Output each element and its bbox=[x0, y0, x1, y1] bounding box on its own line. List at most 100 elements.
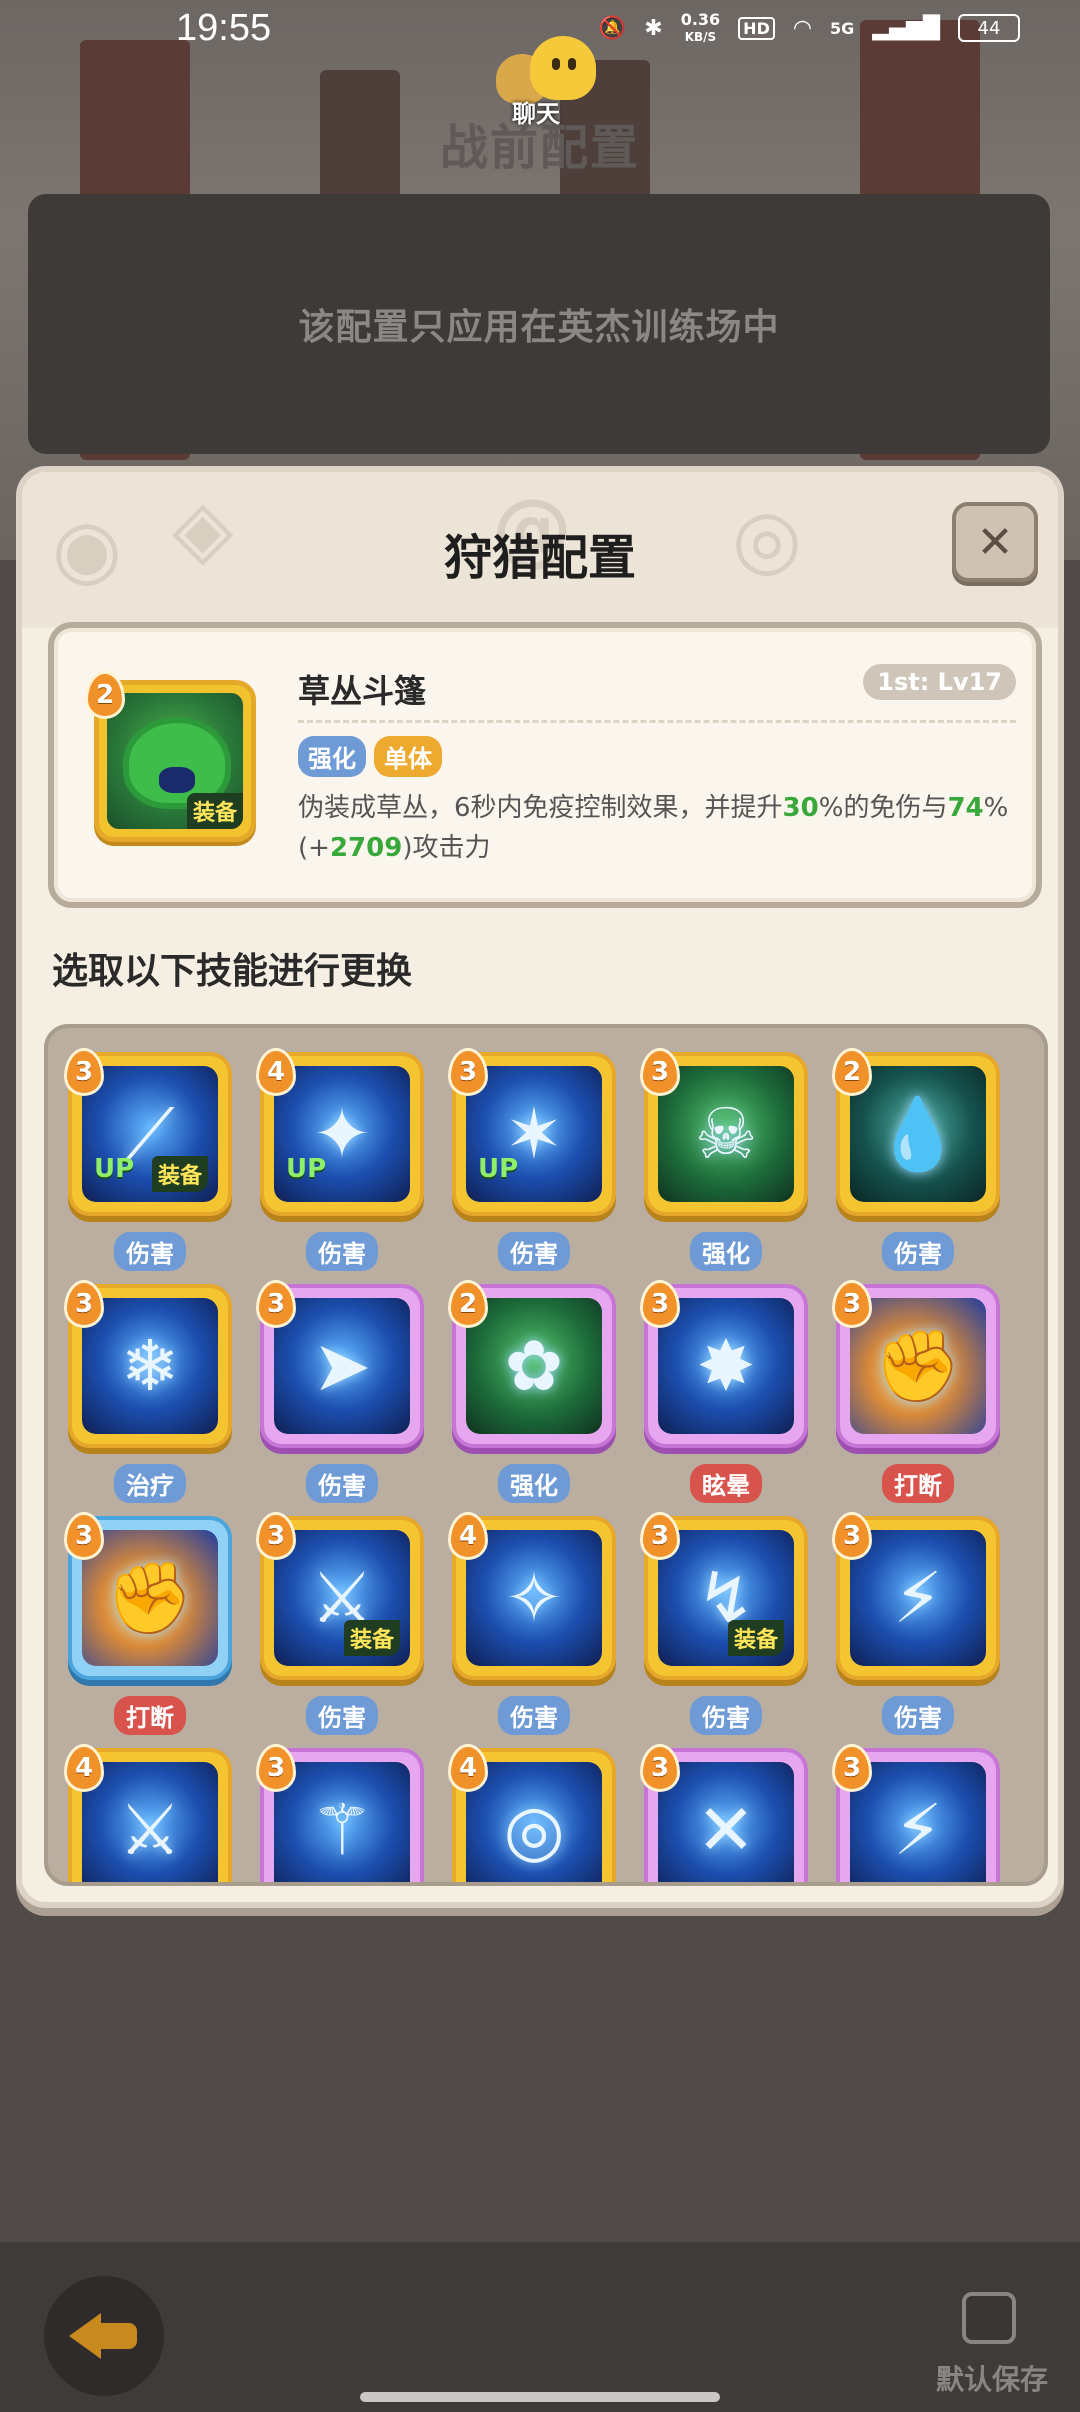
sword-slash-icon: ⚔ bbox=[118, 1789, 182, 1871]
skill-card[interactable]: ✿ 2 强化 bbox=[448, 1280, 616, 1512]
level-badge: 4 bbox=[256, 1048, 296, 1096]
up-tag: UP bbox=[94, 1154, 135, 1184]
category-tag: 伤害 bbox=[836, 1232, 1000, 1271]
skill-art: ⚡ bbox=[850, 1762, 986, 1882]
skill-frame: ✧ 4 bbox=[448, 1512, 616, 1680]
signal-bars-icon: ▂▄▆█ bbox=[872, 15, 940, 41]
skill-art: ✦ UP bbox=[274, 1066, 410, 1202]
skill-art: ⚔ 装备 bbox=[274, 1530, 410, 1666]
skill-card[interactable]: ➤ 3 伤害 bbox=[256, 1280, 424, 1512]
divider bbox=[298, 720, 1016, 723]
category-tag: 眩晕 bbox=[644, 1464, 808, 1503]
spear-thrust-icon: ➤ bbox=[312, 1325, 372, 1407]
skill-art: ◎ bbox=[466, 1762, 602, 1882]
fist-punch-icon: ✊ bbox=[874, 1324, 962, 1407]
wifi-icon: ◠ bbox=[792, 15, 813, 41]
level-badge: 2 bbox=[832, 1048, 872, 1096]
skill-frame: ⚚ 3 bbox=[256, 1744, 424, 1882]
skill-card[interactable]: ⚚ 3 bbox=[256, 1744, 424, 1882]
hd-badge: HD bbox=[738, 16, 775, 40]
category-tag: 伤害 bbox=[452, 1232, 616, 1271]
close-button[interactable]: ✕ bbox=[952, 502, 1038, 582]
bone-blade-icon: ⚚ bbox=[310, 1789, 374, 1871]
bottom-bar: 默认保存 bbox=[0, 2240, 1080, 2412]
skill-frame: ✦ UP 4 bbox=[256, 1048, 424, 1216]
skill-art: ✧ bbox=[466, 1530, 602, 1666]
tag-single: 单体 bbox=[374, 736, 442, 777]
skill-art: ⚔ bbox=[82, 1762, 218, 1882]
skill-card[interactable]: 💧 2 伤害 bbox=[832, 1048, 1000, 1280]
skill-card[interactable]: ◎ 4 bbox=[448, 1744, 616, 1882]
skill-card[interactable]: ⚔ 4 bbox=[64, 1744, 232, 1882]
skill-card[interactable]: ✧ 4 伤害 bbox=[448, 1512, 616, 1744]
category-tag: 伤害 bbox=[260, 1232, 424, 1271]
skill-card[interactable]: ✊ 3 打断 bbox=[64, 1512, 232, 1744]
selected-skill-name: 草丛斗篷 bbox=[298, 672, 427, 710]
skill-frame: ☠ 3 bbox=[640, 1048, 808, 1216]
skill-grid: ⟋ UP 装备 3 伤害 ✦ UP 4 伤害 ✶ UP 3 伤害 ☠ 3 强化 … bbox=[44, 1024, 1048, 1886]
star-orbit-icon: ✧ bbox=[504, 1557, 564, 1639]
skill-card[interactable]: ✊ 3 打断 bbox=[832, 1280, 1000, 1512]
skill-art: ✕ bbox=[658, 1762, 794, 1882]
skill-card[interactable]: ✸ 3 眩晕 bbox=[640, 1280, 808, 1512]
default-save-checkbox[interactable] bbox=[962, 2292, 1016, 2344]
skill-card[interactable]: ❄ 3 治疗 bbox=[64, 1280, 232, 1512]
skill-art: ⚚ bbox=[274, 1762, 410, 1882]
category-tag: 伤害 bbox=[260, 1464, 424, 1503]
level-badge: 3 bbox=[448, 1048, 488, 1096]
skill-card[interactable]: ☠ 3 强化 bbox=[640, 1048, 808, 1280]
section-label: 选取以下技能进行更换 bbox=[52, 951, 413, 992]
skill-frame: ↯ 装备 3 bbox=[640, 1512, 808, 1680]
skill-frame: ⚡ 3 bbox=[832, 1744, 1000, 1882]
level-badge: 3 bbox=[832, 1280, 872, 1328]
home-indicator[interactable] bbox=[360, 2392, 720, 2402]
equip-tag: 装备 bbox=[151, 1156, 208, 1192]
skill-frame: ✸ 3 bbox=[640, 1280, 808, 1448]
category-tag: 打断 bbox=[68, 1696, 232, 1735]
back-button[interactable] bbox=[44, 2276, 164, 2396]
poison-skull-icon: ☠ bbox=[694, 1093, 758, 1175]
skill-frame: ✊ 3 bbox=[832, 1280, 1000, 1448]
skill-card[interactable]: ↯ 装备 3 伤害 bbox=[640, 1512, 808, 1744]
page-title: 战前配置 bbox=[439, 120, 640, 176]
rank-badge: 1st: Lv17 bbox=[863, 664, 1016, 700]
skill-card[interactable]: ⚡ 3 bbox=[832, 1744, 1000, 1882]
skill-card[interactable]: ⚡ 3 伤害 bbox=[832, 1512, 1000, 1744]
level-badge: 4 bbox=[448, 1512, 488, 1560]
signal-5g: 5G bbox=[830, 18, 855, 38]
category-tag: 强化 bbox=[644, 1232, 808, 1271]
blood-slash-icon: ✕ bbox=[696, 1789, 756, 1871]
skill-card[interactable]: ✕ 3 bbox=[640, 1744, 808, 1882]
notice-banner: 该配置只应用在英杰训练场中 bbox=[28, 194, 1050, 454]
skill-frame: ➤ 3 bbox=[256, 1280, 424, 1448]
skill-frame: ✕ 3 bbox=[640, 1744, 808, 1882]
skill-card[interactable]: ✦ UP 4 伤害 bbox=[256, 1048, 424, 1280]
fist-punch-icon: ✊ bbox=[106, 1556, 194, 1639]
bush-cloak-icon bbox=[129, 723, 225, 803]
level-badge: 3 bbox=[832, 1744, 872, 1792]
level-badge: 3 bbox=[256, 1512, 296, 1560]
clock: 19:55 bbox=[176, 6, 272, 49]
level-badge: 3 bbox=[640, 1744, 680, 1792]
selected-skill-icon[interactable]: 装备 2 bbox=[85, 671, 256, 842]
skill-frame: ✿ 2 bbox=[448, 1280, 616, 1448]
skill-card[interactable]: ⚔ 装备 3 伤害 bbox=[256, 1512, 424, 1744]
tag-enhance: 强化 bbox=[298, 736, 366, 777]
skill-card[interactable]: ✶ UP 3 伤害 bbox=[448, 1048, 616, 1280]
equip-tag: 装备 bbox=[186, 793, 243, 829]
level-badge: 3 bbox=[64, 1048, 104, 1096]
level-badge: 3 bbox=[640, 1280, 680, 1328]
category-tag: 伤害 bbox=[260, 1696, 424, 1735]
net-speed: 0.36 KB/S bbox=[680, 9, 721, 44]
selected-skill-card: 装备 2 草丛斗篷 1st: Lv17 强化 单体 伪装成草丛，6秒内免疫控制效… bbox=[48, 622, 1042, 908]
equip-tag: 装备 bbox=[343, 1620, 400, 1656]
chat-bubble-icon bbox=[530, 36, 596, 100]
battery-icon: 44 bbox=[958, 14, 1020, 42]
skill-art: ❄ bbox=[82, 1298, 218, 1434]
level-badge: 3 bbox=[256, 1744, 296, 1792]
level-badge: 2 bbox=[85, 671, 125, 719]
skill-art: ⚡ bbox=[850, 1530, 986, 1666]
skill-card[interactable]: ⟋ UP 装备 3 伤害 bbox=[64, 1048, 232, 1280]
stun-burst-icon: ✸ bbox=[696, 1325, 756, 1407]
level-badge: 3 bbox=[640, 1048, 680, 1096]
